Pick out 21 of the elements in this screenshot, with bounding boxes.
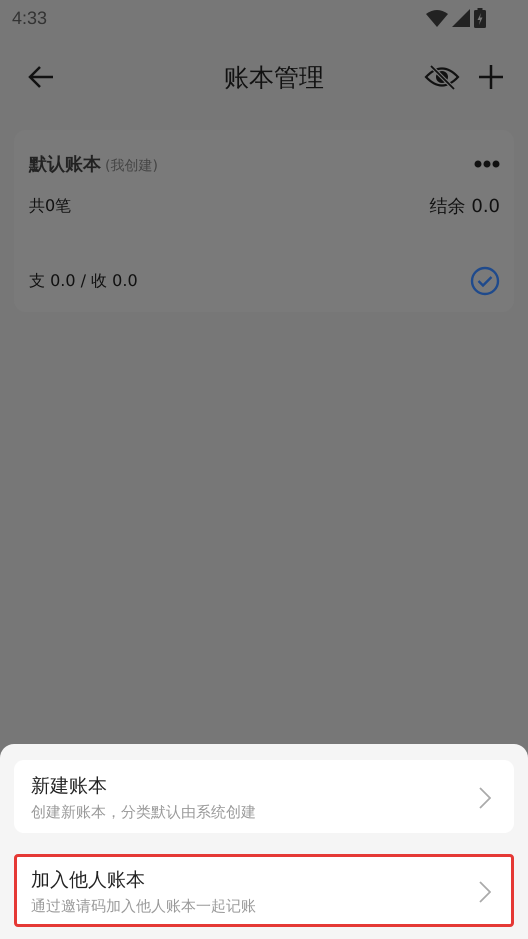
back-arrow-icon[interactable] [28,66,54,88]
status-time: 4:33 [12,8,48,28]
sheet-option[interactable]: 加入他人账本 通过邀请码加入他人账本一起记账 [14,854,514,927]
option-subtitle: 通过邀请码加入他人账本一起记账 [31,897,256,916]
expense-income: 支 0.0 / 收 0.0 [29,270,138,292]
record-count: 共0笔 [29,196,72,216]
chevron-right-icon [479,786,491,808]
more-icon[interactable] [474,160,500,168]
book-name: 默认账本 [29,153,101,176]
option-subtitle: 创建新账本，分类默认由系统创建 [31,803,256,822]
option-title: 加入他人账本 [31,868,146,893]
balance: 结余 0.0 [430,195,500,218]
eye-slash-icon[interactable] [424,64,460,90]
page-title: 账本管理 [223,62,325,94]
wifi-icon [426,10,448,26]
option-title: 新建账本 [31,774,108,799]
signal-icon [452,9,470,27]
add-icon[interactable] [478,64,504,90]
battery-icon [474,8,486,28]
chevron-right-icon [479,880,491,902]
sheet-option[interactable]: 新建账本 创建新账本，分类默认由系统创建 [14,760,514,833]
